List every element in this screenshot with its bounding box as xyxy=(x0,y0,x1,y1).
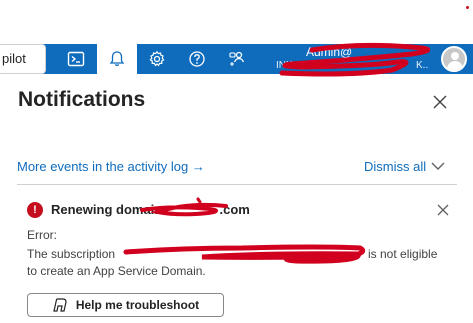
error-label: Error: xyxy=(27,228,57,242)
terminal-icon xyxy=(67,51,85,67)
copilot-icon xyxy=(53,298,67,312)
avatar-head xyxy=(451,52,459,60)
close-icon xyxy=(437,204,449,216)
troubleshoot-label: Help me troubleshoot xyxy=(75,298,200,312)
avatar[interactable] xyxy=(441,46,467,72)
status-dot xyxy=(466,6,469,9)
error-message-end: is not eligible xyxy=(368,247,438,261)
error-message-start: The subscription xyxy=(27,247,116,261)
settings-button[interactable] xyxy=(137,44,177,74)
page-title: Notifications xyxy=(18,88,146,111)
help-button[interactable] xyxy=(177,44,217,74)
dismiss-notification-button[interactable] xyxy=(435,202,451,218)
close-icon xyxy=(433,95,447,109)
activity-log-link[interactable]: More events in the activity log → xyxy=(17,159,205,174)
gear-icon xyxy=(149,50,165,67)
subscription-redaction-mark xyxy=(123,244,366,264)
feedback-icon xyxy=(229,51,245,66)
cloud-shell-button[interactable] xyxy=(56,44,96,74)
account-redaction-mark xyxy=(279,42,431,77)
help-icon xyxy=(189,51,205,67)
error-icon: ! xyxy=(27,202,43,218)
top-bar: pilot Admin@ INK K.. xyxy=(0,0,473,80)
notifications-page: pilot Admin@ INK K.. Notifications More … xyxy=(0,0,473,323)
close-panel-button[interactable] xyxy=(432,94,448,110)
notifications-button[interactable] xyxy=(97,44,137,74)
chevron-down-icon[interactable] xyxy=(430,160,446,172)
dismiss-all-button[interactable]: Dismiss all xyxy=(364,159,426,174)
copilot-button[interactable]: pilot xyxy=(0,44,46,74)
feedback-button[interactable] xyxy=(217,44,257,74)
help-me-troubleshoot-button[interactable]: Help me troubleshoot xyxy=(27,293,224,317)
title-redaction-mark xyxy=(140,197,228,217)
divider xyxy=(17,184,457,185)
bell-icon xyxy=(109,51,125,67)
